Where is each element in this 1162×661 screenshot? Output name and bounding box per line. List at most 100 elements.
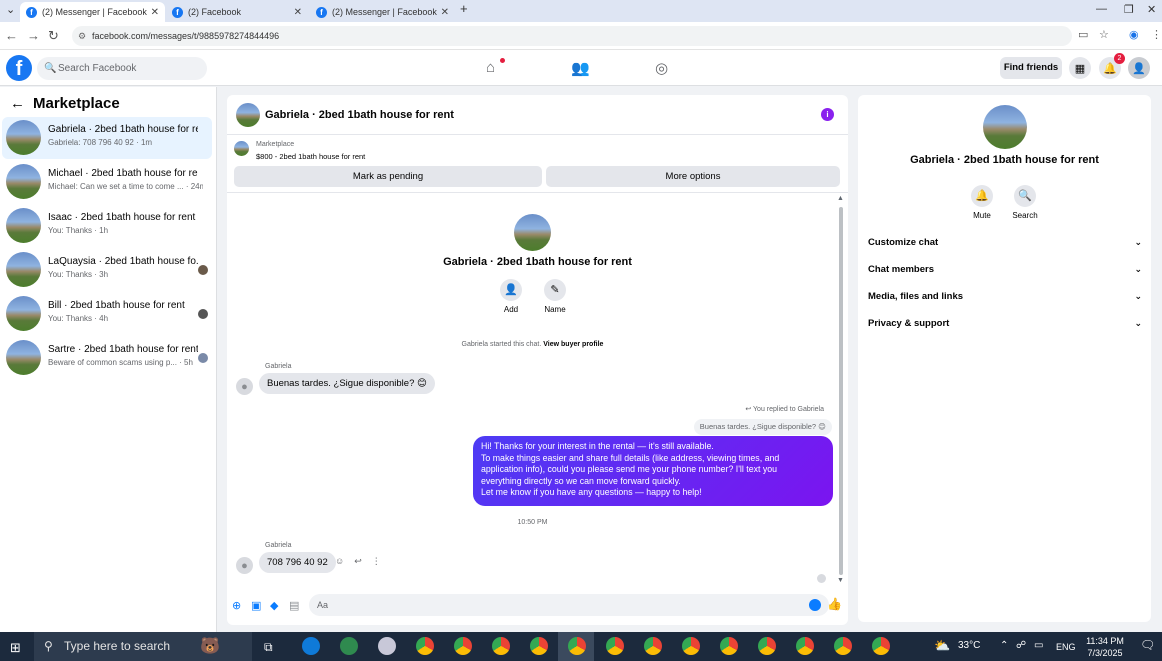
windows-start-icon[interactable]: ⊞ (10, 640, 21, 656)
back-arrow-icon[interactable]: ← (10, 95, 25, 112)
thumbs-up-icon[interactable]: 👍 (827, 597, 842, 611)
bell-icon[interactable]: 🔔 (971, 185, 993, 207)
emoji-icon[interactable] (809, 599, 821, 611)
details-avatar[interactable] (983, 105, 1027, 149)
reload-icon[interactable]: ↻ (48, 28, 59, 44)
app-icon[interactable] (340, 637, 358, 655)
friends-icon[interactable]: 👥 (571, 59, 590, 77)
close-window-icon[interactable]: ✕ (1147, 3, 1156, 16)
home-icon[interactable]: ⌂ (486, 59, 495, 76)
menu-grid-icon[interactable]: ▦ (1069, 57, 1091, 79)
incoming-message[interactable]: 708 796 40 92 (259, 552, 336, 573)
sender-avatar[interactable]: ● (236, 378, 253, 395)
groups-icon[interactable]: ◎ (655, 59, 668, 77)
close-tab-icon[interactable]: ✕ (294, 7, 302, 18)
reply-icon[interactable]: ↩ (354, 556, 362, 566)
url-field[interactable]: ⚙ facebook.com/messages/t/98859782748444… (72, 26, 1072, 46)
conversation-item[interactable]: LaQuaysia · 2bed 1bath house fo... You: … (2, 249, 212, 291)
new-tab-icon[interactable]: + (460, 1, 468, 16)
weather-icon[interactable]: ⛅ (934, 638, 950, 654)
conversation-item[interactable]: Isaac · 2bed 1bath house for rent You: T… (2, 205, 212, 247)
display-icon[interactable]: ▭ (1034, 640, 1043, 651)
search-highlight-icon[interactable]: 🐻 (200, 636, 220, 656)
tab-messenger-2[interactable]: f (2) Messenger | Facebook ✕ (310, 2, 455, 22)
chrome-icon[interactable] (682, 637, 700, 655)
bookmark-star-icon[interactable]: ☆ (1099, 28, 1109, 41)
chrome-icon[interactable] (796, 637, 814, 655)
info-icon[interactable]: i (821, 108, 834, 121)
media-files-links-item[interactable]: Media, files and links ⌄ (868, 291, 1142, 307)
privacy-support-item[interactable]: Privacy & support ⌄ (868, 318, 1142, 334)
back-icon[interactable]: ← (5, 28, 18, 43)
tab-search-icon[interactable]: ⌄ (6, 3, 15, 16)
facebook-search-input[interactable]: 🔍 Search Facebook (37, 57, 207, 80)
chrome-icon[interactable] (758, 637, 776, 655)
mark-as-pending-button[interactable]: Mark as pending (234, 166, 542, 187)
quoted-message[interactable]: Buenas tardes. ¿Sigue disponible? 😊 (693, 419, 832, 435)
notifications-icon[interactable]: 🔔 2 (1099, 53, 1125, 79)
browser-menu-icon[interactable]: ⋮ (1151, 28, 1162, 41)
search-icon[interactable]: 🔍 (1014, 185, 1036, 207)
facebook-logo-icon[interactable]: f (6, 55, 32, 81)
chrome-icon[interactable] (530, 637, 548, 655)
incoming-message[interactable]: Buenas tardes. ¿Sigue disponible? 😊 (259, 373, 435, 394)
forward-icon[interactable]: → (27, 28, 40, 43)
network-icon[interactable]: ☍ (1016, 640, 1026, 651)
minimize-icon[interactable]: — (1096, 3, 1107, 15)
more-options-button[interactable]: More options (546, 166, 840, 187)
listing-price[interactable]: $800 - 2bed 1bath house for rent (256, 152, 365, 161)
chrome-icon[interactable] (872, 637, 890, 655)
conversation-item[interactable]: Bill · 2bed 1bath house for rent You: Th… (2, 293, 212, 335)
close-tab-icon[interactable]: ✕ (151, 7, 159, 18)
weather-temperature[interactable]: 33°C (958, 640, 980, 651)
gif-icon[interactable]: ▤ (289, 599, 299, 612)
scroll-up-icon[interactable]: ▲ (837, 195, 844, 202)
message-input[interactable]: Aa (309, 594, 829, 616)
conversation-item[interactable]: Gabriela · 2bed 1bath house for rent Gab… (2, 117, 212, 159)
edge-icon[interactable] (302, 637, 320, 655)
plus-circle-icon[interactable]: ⊕ (232, 599, 241, 612)
add-person-icon[interactable]: 👤 (500, 279, 522, 301)
chrome-icon[interactable] (454, 637, 472, 655)
system-clock[interactable]: 11:34 PM 7/3/2025 (1080, 635, 1130, 659)
chrome-icon[interactable] (606, 637, 624, 655)
site-info-icon[interactable]: ⚙ (78, 26, 86, 46)
chat-title[interactable]: Gabriela · 2bed 1bath house for rent (265, 109, 454, 121)
outgoing-message[interactable]: Hi! Thanks for your interest in the rent… (473, 436, 833, 506)
chrome-icon[interactable] (720, 637, 738, 655)
add-action[interactable]: 👤 Add (491, 279, 531, 314)
view-buyer-profile-link[interactable]: View buyer profile (543, 341, 603, 348)
react-emoji-icon[interactable]: ☺ (335, 556, 344, 566)
chrome-icon[interactable] (416, 637, 434, 655)
notification-center-icon[interactable]: 🗨 (1140, 638, 1155, 652)
more-icon[interactable]: ⋮ (372, 556, 381, 566)
listing-thumbnail[interactable] (234, 141, 249, 156)
account-avatar-icon[interactable]: 👤 (1128, 57, 1150, 79)
chat-members-item[interactable]: Chat members ⌄ (868, 264, 1142, 280)
install-app-icon[interactable]: ▭ (1078, 28, 1088, 41)
chrome-icon[interactable] (568, 637, 586, 655)
chrome-icon[interactable] (834, 637, 852, 655)
language-indicator[interactable]: ENG (1056, 642, 1076, 652)
maximize-icon[interactable]: ❐ (1124, 3, 1134, 16)
mute-action[interactable]: 🔔 Mute (962, 185, 1002, 220)
chrome-icon[interactable] (644, 637, 662, 655)
app-icon[interactable] (378, 637, 396, 655)
scrollbar[interactable]: ▲ ▼ (837, 195, 845, 585)
conversation-item[interactable]: Sartre · 2bed 1bath house for rent Bewar… (2, 337, 212, 379)
sender-avatar[interactable]: ● (236, 557, 253, 574)
scroll-down-icon[interactable]: ▼ (837, 577, 844, 584)
task-view-icon[interactable]: ⧉ (264, 640, 273, 655)
conversation-item[interactable]: Michael · 2bed 1bath house for rent Mich… (2, 161, 212, 203)
profile-icon[interactable]: ◉ (1129, 28, 1139, 41)
chevron-up-icon[interactable]: ⌃ (1000, 640, 1008, 651)
tab-messenger-active[interactable]: f (2) Messenger | Facebook ✕ (20, 2, 165, 22)
chrome-icon[interactable] (492, 637, 510, 655)
pencil-icon[interactable]: ✎ (544, 279, 566, 301)
find-friends-button[interactable]: Find friends (1000, 57, 1062, 79)
chat-header-avatar[interactable] (236, 103, 260, 127)
sticker-icon[interactable]: ◆ (270, 599, 278, 612)
photo-icon[interactable]: ▣ (251, 599, 261, 612)
customize-chat-item[interactable]: Customize chat ⌄ (868, 237, 1142, 253)
search-action[interactable]: 🔍 Search (1005, 185, 1045, 220)
